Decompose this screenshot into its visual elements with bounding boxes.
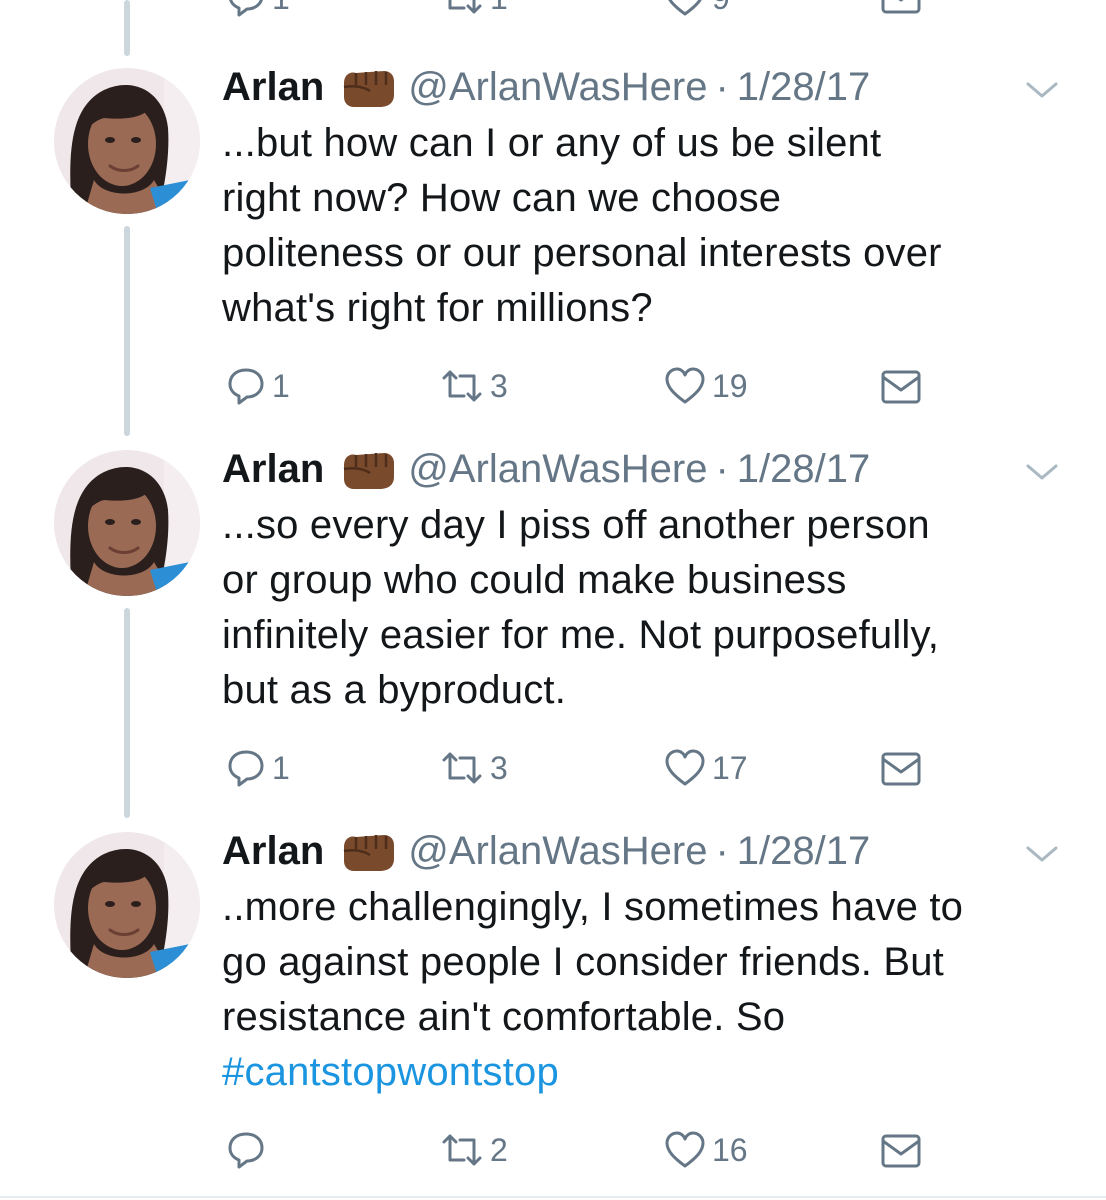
direct-message-button[interactable] [880, 368, 922, 406]
retweet-button[interactable]: 3 [440, 748, 508, 788]
tweet-actions: 1 3 19 [0, 364, 1106, 414]
retweet-icon [442, 752, 482, 784]
retweet-button[interactable]: 1 [440, 0, 508, 18]
chevron-down-icon[interactable] [1024, 842, 1060, 866]
avatar[interactable] [54, 68, 200, 214]
tweet-text-line: ...but how can I or any of us be silent [222, 121, 882, 165]
heart-icon [665, 367, 705, 404]
tweet-header: Arlan @ArlanWasHere · 1/28/17 [222, 62, 870, 112]
tweet-text-line: resistance ain't comfortable. So [222, 995, 786, 1039]
like-button[interactable]: 19 [664, 366, 748, 406]
heart-icon [665, 749, 705, 786]
raised-fist-emoji-icon [340, 447, 396, 491]
heart-icon [668, 0, 702, 16]
user-handle[interactable]: @ArlanWasHere [408, 829, 707, 874]
avatar[interactable] [54, 450, 200, 596]
user-handle[interactable]: @ArlanWasHere [408, 65, 707, 110]
tweet-actions: 1 3 17 [0, 746, 1106, 796]
reply-button[interactable]: 1 [226, 366, 290, 406]
tweet-text-line: go against people I consider friends. Bu… [222, 940, 944, 984]
retweet-button[interactable]: 3 [440, 366, 508, 406]
avatar-photo [54, 832, 200, 978]
separator-dot: · [715, 828, 729, 873]
tweet-date[interactable]: 1/28/17 [737, 65, 870, 110]
display-name[interactable]: Arlan [222, 65, 324, 110]
envelope-icon [881, 752, 921, 786]
tweet-text-line: but as a byproduct. [222, 668, 567, 712]
tweet-text-line: politeness or our personal interests ove… [222, 231, 942, 275]
chevron-down-icon[interactable] [1024, 460, 1060, 484]
reply-button[interactable]: 1 [226, 0, 290, 18]
display-name[interactable]: Arlan [222, 829, 324, 874]
like-button[interactable]: 17 [664, 748, 748, 788]
envelope-icon [881, 370, 921, 404]
like-count: 16 [712, 1131, 748, 1168]
tweet-header: Arlan @ArlanWasHere · 1/28/17 [222, 826, 870, 876]
avatar[interactable] [54, 832, 200, 978]
reply-count: 1 [272, 749, 290, 786]
retweet-icon [448, 0, 482, 14]
display-name[interactable]: Arlan [222, 447, 324, 492]
partial-tweet-actions: 1 1 9 [0, 0, 1106, 18]
tweet-date[interactable]: 1/28/17 [737, 829, 870, 874]
like-button[interactable]: 9 [664, 0, 730, 18]
tweet-text-line: infinitely easier for me. Not purposeful… [222, 613, 940, 657]
retweet-button[interactable]: 2 [440, 1130, 508, 1170]
avatar-photo [54, 68, 200, 214]
retweet-icon [442, 1134, 482, 1166]
reply-button[interactable]: 1 [226, 748, 290, 788]
tweet-text: ..more challengingly, I sometimes have t… [222, 880, 1082, 1100]
like-count: 9 [712, 0, 730, 17]
tweet-text-line: ...so every day I piss off another perso… [222, 503, 930, 547]
reply-count: 1 [272, 0, 290, 17]
direct-message-button[interactable] [880, 1132, 922, 1170]
direct-message-button[interactable] [880, 0, 922, 16]
reply-icon [228, 1132, 264, 1169]
avatar-photo [54, 450, 200, 596]
reply-icon [228, 368, 264, 405]
tweet-text-line: ..more challengingly, I sometimes have t… [222, 885, 964, 929]
like-button[interactable]: 16 [664, 1130, 748, 1170]
reply-icon [228, 750, 264, 787]
reply-count: 1 [272, 367, 290, 404]
tweet-text-line: right now? How can we choose [222, 176, 782, 220]
tweet-actions: 2 16 [0, 1128, 1106, 1178]
tweet-header: Arlan @ArlanWasHere · 1/28/17 [222, 444, 870, 494]
raised-fist-emoji-icon [340, 829, 396, 873]
tweet-date[interactable]: 1/28/17 [737, 447, 870, 492]
envelope-icon [881, 0, 921, 14]
raised-fist-emoji-icon [340, 65, 396, 109]
retweet-count: 2 [490, 1131, 508, 1168]
tweet-text: ...so every day I piss off another perso… [222, 498, 1082, 718]
reply-button[interactable] [226, 1130, 272, 1170]
separator-dot: · [715, 64, 729, 109]
direct-message-button[interactable] [880, 750, 922, 788]
heart-icon [665, 1131, 705, 1168]
like-count: 17 [712, 749, 748, 786]
like-count: 19 [712, 367, 748, 404]
retweet-count: 1 [490, 0, 508, 17]
separator-dot: · [715, 446, 729, 491]
reply-icon [229, 0, 263, 17]
retweet-icon [442, 370, 482, 402]
retweet-count: 3 [490, 749, 508, 786]
tweet-text-line: what's right for millions? [222, 286, 653, 330]
retweet-count: 3 [490, 367, 508, 404]
tweet-text: ...but how can I or any of us be silent … [222, 116, 1082, 336]
user-handle[interactable]: @ArlanWasHere [408, 447, 707, 492]
chevron-down-icon[interactable] [1024, 78, 1060, 102]
tweet-text-line: or group who could make business [222, 558, 847, 602]
hashtag-link[interactable]: #cantstopwontstop [222, 1045, 1082, 1100]
envelope-icon [881, 1134, 921, 1168]
divider [0, 1196, 1106, 1198]
